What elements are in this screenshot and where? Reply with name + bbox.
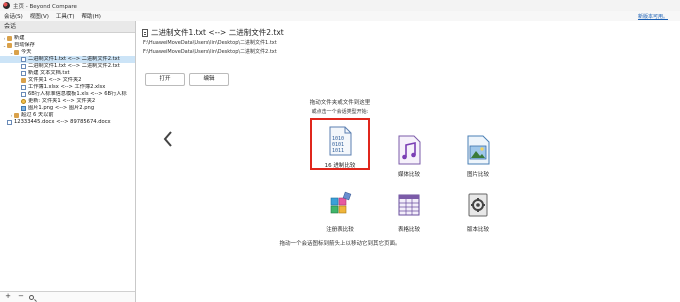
table-compare-label: 表格比较 bbox=[397, 227, 420, 233]
tree-item-label: 6B行人标准信息模板1.xls <--> 6B行人标 bbox=[28, 91, 127, 97]
media-compare-tile[interactable]: 媒体比较 bbox=[379, 129, 439, 181]
menu-bar: 会话(S) 视图(V) 工具(T) 帮助(H) 新版本可用。 bbox=[0, 11, 680, 21]
registry-compare-tile[interactable]: 注册表比较 bbox=[310, 184, 370, 236]
registry-compare-icon bbox=[330, 191, 352, 214]
document-icon bbox=[21, 92, 26, 97]
tree-item[interactable]: 二进制文件1.txt <--> 二进制文件2.txt bbox=[0, 56, 135, 63]
tree-item-label: 自动保存 bbox=[14, 42, 35, 48]
chevron-left-icon[interactable] bbox=[163, 131, 173, 147]
remove-session-button[interactable]: − bbox=[16, 293, 26, 301]
document-icon bbox=[7, 120, 12, 125]
document-icon bbox=[21, 57, 26, 62]
tree-item[interactable]: 文件夹1 <--> 文件夹2 bbox=[0, 77, 135, 84]
text-file-icon bbox=[142, 28, 148, 37]
menu-session[interactable]: 会话(S) bbox=[4, 12, 23, 20]
right-path: F:\HuaweiMoveData\Users\lin\Desktop\二进制文… bbox=[143, 49, 277, 55]
picture-compare-tile[interactable]: 图片比较 bbox=[448, 129, 508, 181]
recent-session-label: 二进制文件1.txt <--> 二进制文件2.txt bbox=[151, 28, 284, 37]
document-icon bbox=[21, 64, 26, 69]
tree-item[interactable]: 6B行人标准信息模板1.xls <--> 6B行人标 bbox=[0, 91, 135, 98]
menu-tools[interactable]: 工具(T) bbox=[56, 12, 75, 20]
new-version-link[interactable]: 新版本可用。 bbox=[638, 13, 668, 20]
document-icon bbox=[21, 71, 26, 76]
picture-compare-icon bbox=[467, 135, 490, 165]
tree-item-label: 新建 文本文档.txt bbox=[28, 70, 70, 76]
folder-icon bbox=[7, 36, 12, 41]
add-session-button[interactable]: + bbox=[3, 293, 13, 301]
sidebar-footer: + − bbox=[0, 291, 135, 302]
tree-item[interactable]: 12333445.docx <--> 89785674.docx bbox=[0, 119, 135, 126]
window-title: 主页 - Beyond Compare bbox=[13, 3, 77, 10]
tree-item[interactable]: › 新建 bbox=[0, 35, 135, 42]
hex-compare-label: 16 进制比较 bbox=[324, 163, 356, 169]
tree-item-label: 新建 bbox=[14, 35, 25, 41]
drag-hint: 拖动一个会话图标到箭头上以移动它到其它页面。 bbox=[279, 241, 401, 247]
hex-compare-tile[interactable]: 1010 0101 1011 16 进制比较 bbox=[310, 118, 370, 170]
menu-help[interactable]: 帮助(H) bbox=[82, 12, 101, 20]
drop-hint: 拖动文件夹或文件到这里 bbox=[309, 100, 371, 106]
tree-item-label: 二进制文件1.txt <--> 二进制文件2.txt bbox=[28, 56, 120, 62]
tree-item[interactable]: 工作簿1.xlsx <--> 工作簿2.xlsx bbox=[0, 84, 135, 91]
folder-icon bbox=[14, 50, 19, 55]
version-compare-icon bbox=[468, 193, 488, 217]
tree-item-label: 12333445.docx <--> 89785674.docx bbox=[14, 119, 111, 125]
choose-session-hint: 或点击一个会话类型开始: bbox=[311, 109, 369, 115]
tree-item-label: 工作簿1.xlsx <--> 工作簿2.xlsx bbox=[28, 84, 106, 90]
session-search[interactable] bbox=[29, 293, 34, 301]
left-path: F:\HuaweiMoveData\Users\lin\Desktop\二进制文… bbox=[143, 40, 277, 46]
svg-text:1011: 1011 bbox=[332, 148, 344, 154]
document-icon bbox=[21, 85, 26, 90]
media-compare-label: 媒体比较 bbox=[397, 172, 420, 178]
tree-item[interactable]: 新建 文本文档.txt bbox=[0, 70, 135, 77]
sidebar-header: 会话 bbox=[0, 21, 135, 33]
media-compare-icon bbox=[398, 135, 421, 165]
table-compare-tile[interactable]: 表格比较 bbox=[379, 184, 439, 236]
tree-item[interactable]: 二进制文件1.txt <--> 二进制文件2.txt bbox=[0, 63, 135, 70]
title-bar: 主页 - Beyond Compare bbox=[0, 0, 680, 11]
folder-icon bbox=[7, 43, 12, 48]
tree-item[interactable]: ⌄ 自动保存 bbox=[0, 42, 135, 49]
hex-compare-icon: 1010 0101 1011 bbox=[329, 126, 352, 156]
picture-compare-label: 图片比较 bbox=[466, 172, 489, 178]
app-logo-icon bbox=[3, 2, 10, 9]
session-sidebar: 会话 › 新建 ⌄ 自动保存 ⌄ 今天 二进制文件1.txt <--> 二进制文件2.txt… bbox=[0, 21, 136, 302]
menu-view[interactable]: 视图(V) bbox=[30, 12, 49, 20]
open-button[interactable]: 打开 bbox=[145, 73, 185, 86]
search-icon bbox=[29, 294, 34, 300]
tree-item-label: 今天 bbox=[21, 49, 32, 55]
tree-item-label: 二进制文件1.txt <--> 二进制文件2.txt bbox=[28, 63, 120, 69]
tree-item-label: 文件夹1 <--> 文件夹2 bbox=[28, 77, 82, 83]
tree-item[interactable]: ⌄ 今天 bbox=[0, 49, 135, 56]
edit-button[interactable]: 编辑 bbox=[189, 73, 229, 86]
table-compare-icon bbox=[398, 194, 420, 216]
registry-compare-label: 注册表比较 bbox=[326, 227, 354, 233]
version-compare-tile[interactable]: 版本比较 bbox=[448, 184, 508, 236]
recent-session-title[interactable]: 二进制文件1.txt <--> 二进制文件2.txt bbox=[142, 27, 284, 38]
version-compare-label: 版本比较 bbox=[466, 227, 489, 233]
folder-icon bbox=[21, 78, 26, 83]
